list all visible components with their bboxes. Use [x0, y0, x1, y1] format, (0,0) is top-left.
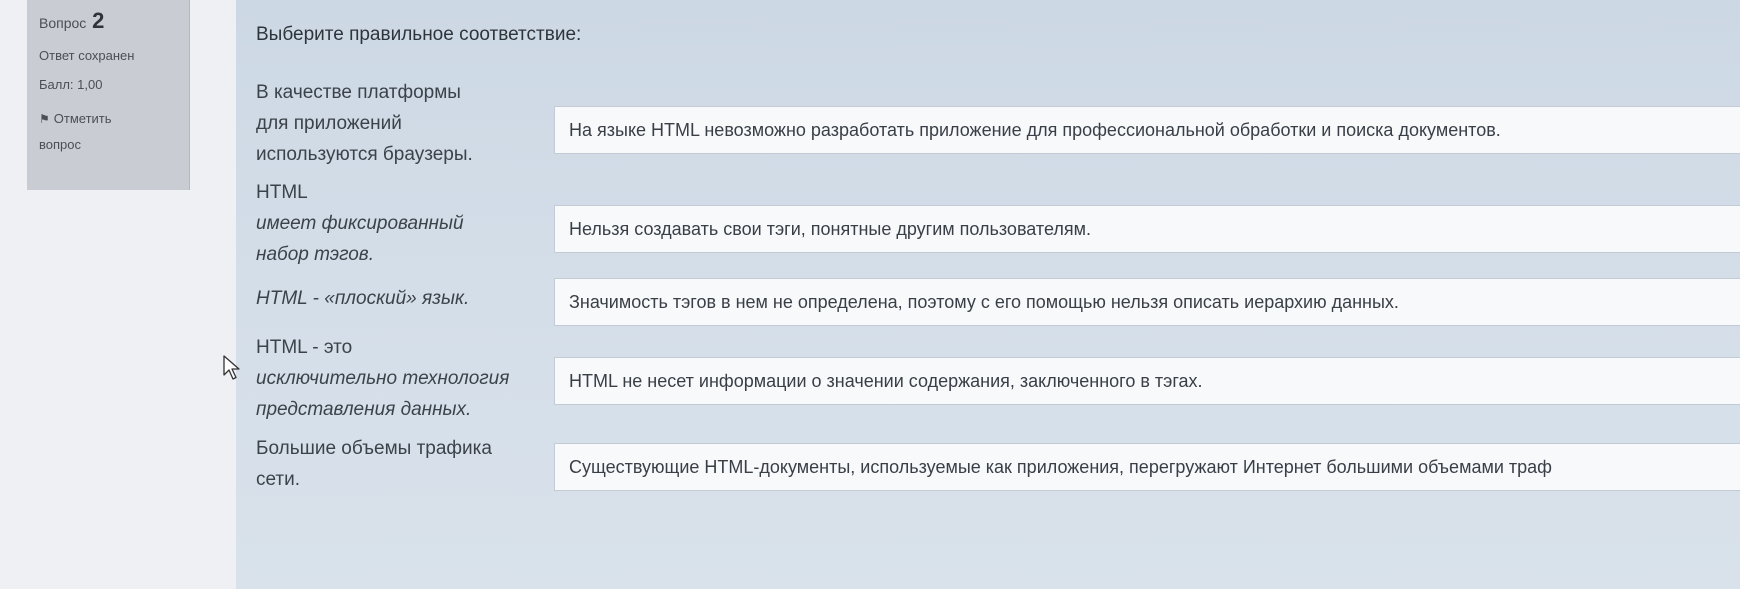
term-line: для приложений	[256, 113, 402, 134]
question-score: Балл: 1,00	[39, 77, 103, 92]
question-label: Вопрос	[39, 15, 87, 31]
question-info-panel: Вопрос 2 Ответ сохранен Балл: 1,00 ⚑ Отме…	[27, 0, 190, 190]
term-line: представления данных.	[256, 399, 472, 420]
match-term-1: В качестве платформы для приложений испо…	[256, 77, 556, 170]
question-number: Вопрос 2	[39, 8, 177, 34]
match-answer-3[interactable]: Значимость тэгов в нем не определена, по…	[554, 278, 1740, 326]
term-line: HTML - «плоский» язык.	[256, 288, 470, 309]
flag-label: Отметить	[53, 111, 112, 126]
flag-question-link[interactable]: ⚑ Отметить вопрос	[39, 106, 177, 158]
flag-icon: ⚑	[39, 112, 50, 126]
match-term-3: HTML - «плоский» язык.	[256, 283, 556, 314]
term-line: исключительно технология	[256, 368, 510, 389]
question-content: Выберите правильное соответствие: В каче…	[236, 0, 1740, 589]
match-term-4: HTML - это исключительно технология пред…	[256, 332, 556, 425]
match-answer-1[interactable]: На языке HTML невозможно разработать при…	[554, 106, 1740, 154]
term-line: набор тэгов.	[256, 244, 374, 265]
term-line: Большие объемы трафика	[256, 438, 492, 459]
term-line: используются браузеры.	[256, 144, 473, 165]
match-term-5: Большие объемы трафика сети.	[256, 433, 556, 495]
term-line: В качестве платформы	[256, 82, 461, 103]
match-term-2: HTML имеет фиксированный набор тэгов.	[256, 177, 556, 270]
match-answer-4[interactable]: HTML не несет информации о значении соде…	[554, 357, 1740, 405]
question-prompt: Выберите правильное соответствие:	[256, 24, 582, 45]
answer-status: Ответ сохранен	[39, 48, 135, 63]
flag-label-2: вопрос	[39, 137, 81, 152]
mouse-cursor-icon	[223, 355, 240, 380]
question-number-value: 2	[92, 8, 105, 33]
match-answer-5[interactable]: Существующие HTML-документы, используемы…	[554, 443, 1740, 491]
term-line: HTML	[256, 182, 308, 203]
term-line: имеет фиксированный	[256, 213, 464, 234]
term-line: HTML - это	[256, 337, 353, 358]
match-answer-2[interactable]: Нельзя создавать свои тэги, понятные дру…	[554, 205, 1740, 253]
term-line: сети.	[256, 469, 301, 490]
